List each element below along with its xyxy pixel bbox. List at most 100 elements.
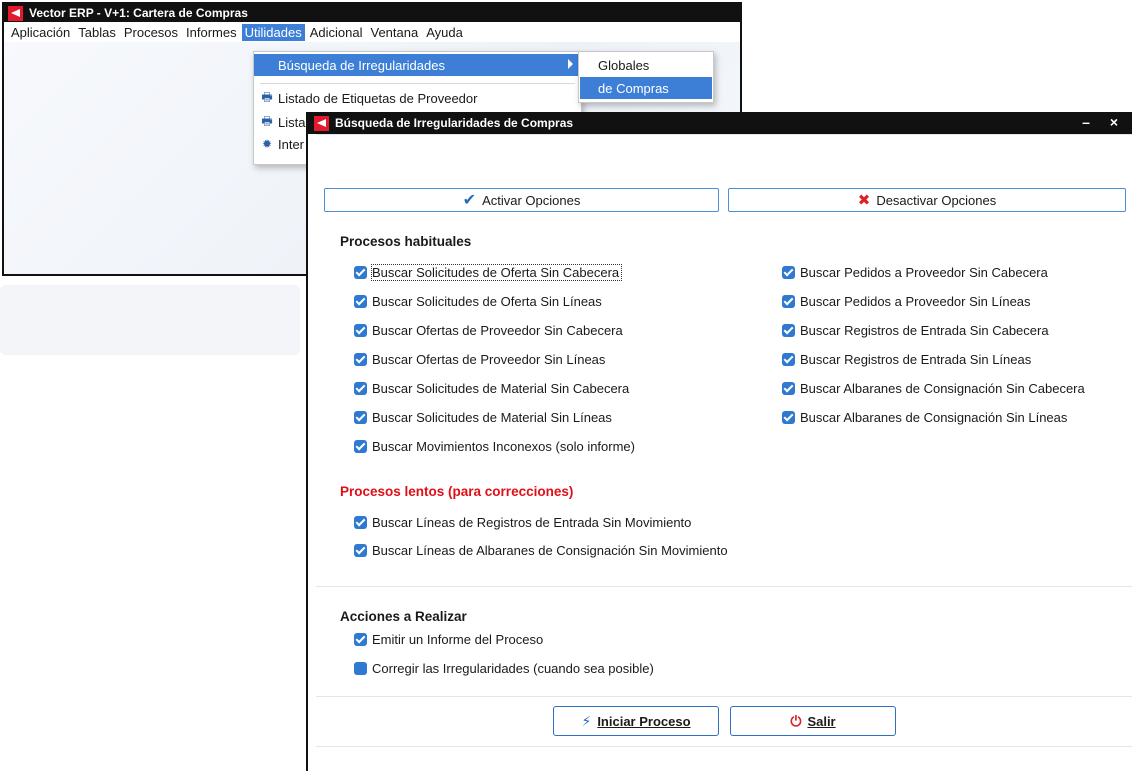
check-icon: ✔ (462, 192, 477, 209)
dialog-titlebar: Búsqueda de Irregularidades de Compras –… (308, 112, 1132, 134)
divider (316, 746, 1132, 747)
iniciar-proceso-button[interactable]: ⚡ Iniciar Proceso (553, 706, 719, 736)
checkbox-lineas-albaranes-consignacion-sin-movimiento[interactable]: Buscar Líneas de Albaranes de Consignaci… (354, 540, 728, 560)
checkbox-solicitudes-material-sin-cabecera[interactable]: Buscar Solicitudes de Material Sin Cabec… (354, 378, 629, 398)
checkbox-registros-entrada-sin-lineas[interactable]: Buscar Registros de Entrada Sin Líneas (782, 349, 1031, 369)
logo-icon (8, 5, 23, 21)
checkbox-label: Emitir un Informe del Proceso (372, 631, 544, 647)
checkbox-label: Buscar Albaranes de Consignación Sin Lín… (800, 409, 1068, 425)
menu-item-listado-etiquetas[interactable]: 🖶 Listado de Etiquetas de Proveedor (254, 87, 581, 109)
listado-etiquetas-label: Listado de Etiquetas de Proveedor (278, 90, 478, 106)
irregularidades-submenu: Globales de Compras (578, 51, 714, 103)
menu-informes[interactable]: Informes (183, 24, 240, 41)
checkbox[interactable] (782, 294, 795, 308)
checkbox-label: Corregir las Irregularidades (cuando sea… (372, 660, 654, 676)
globales-label: Globales (598, 57, 650, 73)
inter-label: Inter (278, 136, 305, 152)
power-icon: ⏻ (790, 712, 802, 729)
divider (316, 134, 1132, 135)
checkbox[interactable] (782, 381, 795, 395)
main-titlebar: Vector ERP - V+1: Cartera de Compras (4, 4, 740, 22)
main-title: Vector ERP - V+1: Cartera de Compras (29, 6, 248, 20)
submenu-arrow-icon (568, 59, 573, 69)
menu-ayuda[interactable]: Ayuda (423, 24, 466, 41)
checkbox-albaranes-consignacion-sin-cabecera[interactable]: Buscar Albaranes de Consignación Sin Cab… (782, 378, 1085, 398)
lentos-heading: Procesos lentos (para correcciones) (340, 484, 574, 499)
menu-procesos[interactable]: Procesos (121, 24, 181, 41)
checkbox-label: Buscar Líneas de Registros de Entrada Si… (372, 514, 692, 530)
printer-icon: 🖶 (261, 89, 273, 104)
checkbox[interactable] (354, 323, 367, 337)
dialog-title: Búsqueda de Irregularidades de Compras (335, 116, 574, 130)
checkbox[interactable] (782, 265, 795, 279)
menu-adicional[interactable]: Adicional (307, 24, 366, 41)
checkbox[interactable] (354, 439, 367, 453)
checkbox-label: Buscar Solicitudes de Oferta Sin Cabecer… (370, 263, 623, 281)
checkbox-solicitudes-material-sin-lineas[interactable]: Buscar Solicitudes de Material Sin Línea… (354, 407, 612, 427)
checkbox-pedidos-proveedor-sin-lineas[interactable]: Buscar Pedidos a Proveedor Sin Líneas (782, 291, 1031, 311)
checkbox[interactable] (354, 661, 367, 675)
checkbox-solicitudes-oferta-sin-lineas[interactable]: Buscar Solicitudes de Oferta Sin Líneas (354, 291, 602, 311)
gear-icon: ✹ (261, 137, 273, 151)
checkbox-label: Buscar Líneas de Albaranes de Consignaci… (372, 542, 728, 558)
checkbox-label: Buscar Solicitudes de Material Sin Línea… (372, 409, 612, 425)
checkbox-label: Buscar Registros de Entrada Sin Líneas (800, 351, 1032, 367)
desactivar-opciones-button[interactable]: ✖ Desactivar Opciones (728, 188, 1126, 212)
divider (316, 696, 1132, 697)
submenu-item-de-compras[interactable]: de Compras (580, 77, 712, 99)
divider (316, 586, 1132, 587)
checkbox[interactable] (354, 632, 367, 646)
checkbox-label: Buscar Ofertas de Proveedor Sin Cabecera (372, 322, 623, 338)
menu-aplicacion[interactable]: Aplicación (8, 24, 73, 41)
checkbox-registros-entrada-sin-cabecera[interactable]: Buscar Registros de Entrada Sin Cabecera (782, 320, 1049, 340)
menubar: Aplicación Tablas Procesos Informes Util… (4, 22, 740, 42)
menu-ventana[interactable]: Ventana (367, 24, 421, 41)
checkbox[interactable] (354, 381, 367, 395)
x-icon: ✖ (857, 192, 871, 209)
checkbox-movimientos-inconexos[interactable]: Buscar Movimientos Inconexos (solo infor… (354, 436, 635, 456)
checkbox[interactable] (354, 294, 367, 308)
menu-tablas[interactable]: Tablas (75, 24, 119, 41)
checkbox[interactable] (354, 515, 367, 529)
activar-opciones-button[interactable]: ✔ Activar Opciones (324, 188, 719, 212)
checkbox-label: Buscar Solicitudes de Oferta Sin Líneas (372, 293, 602, 309)
checkbox-label: Buscar Pedidos a Proveedor Sin Líneas (800, 293, 1031, 309)
checkbox[interactable] (354, 352, 367, 366)
checkbox-label: Buscar Solicitudes de Material Sin Cabec… (372, 380, 630, 396)
background-patch (0, 285, 300, 355)
bolt-icon: ⚡ (581, 712, 592, 729)
checkbox-ofertas-proveedor-sin-lineas[interactable]: Buscar Ofertas de Proveedor Sin Líneas (354, 349, 605, 369)
checkbox-corregir-irregularidades[interactable]: Corregir las Irregularidades (cuando sea… (354, 658, 654, 678)
checkbox-pedidos-proveedor-sin-cabecera[interactable]: Buscar Pedidos a Proveedor Sin Cabecera (782, 262, 1048, 282)
checkbox[interactable] (782, 323, 795, 337)
submenu-item-globales[interactable]: Globales (580, 54, 712, 76)
menu-utilidades[interactable]: Utilidades (241, 23, 305, 41)
checkbox-albaranes-consignacion-sin-lineas[interactable]: Buscar Albaranes de Consignación Sin Lín… (782, 407, 1067, 427)
checkbox-label: Buscar Albaranes de Consignación Sin Cab… (800, 380, 1085, 396)
checkbox-label: Buscar Registros de Entrada Sin Cabecera (800, 322, 1049, 338)
irregularidades-dialog: Búsqueda de Irregularidades de Compras –… (306, 112, 1132, 771)
checkbox-label: Buscar Pedidos a Proveedor Sin Cabecera (800, 264, 1048, 280)
checkbox-ofertas-proveedor-sin-cabecera[interactable]: Buscar Ofertas de Proveedor Sin Cabecera (354, 320, 623, 340)
activar-label: Activar Opciones (482, 192, 581, 208)
dialog-body: ✔ Activar Opciones ✖ Desactivar Opciones… (308, 134, 1132, 771)
checkbox-emitir-informe[interactable]: Emitir un Informe del Proceso (354, 629, 543, 649)
checkbox-lineas-registros-entrada-sin-movimiento[interactable]: Buscar Líneas de Registros de Entrada Si… (354, 512, 691, 532)
checkbox-label: Buscar Ofertas de Proveedor Sin Líneas (372, 351, 606, 367)
checkbox-solicitudes-oferta-sin-cabecera[interactable]: Buscar Solicitudes de Oferta Sin Cabecer… (354, 262, 623, 282)
acciones-heading: Acciones a Realizar (340, 609, 467, 624)
checkbox-label: Buscar Movimientos Inconexos (solo infor… (372, 438, 635, 454)
desactivar-label: Desactivar Opciones (876, 192, 997, 208)
menu-item-busqueda-irregularidades[interactable]: Búsqueda de Irregularidades (254, 54, 581, 76)
salir-button[interactable]: ⏻ Salir (730, 706, 896, 736)
iniciar-label: Iniciar Proceso (597, 713, 691, 729)
checkbox[interactable] (354, 410, 367, 424)
busqueda-label: Búsqueda de Irregularidades (278, 57, 445, 73)
checkbox[interactable] (354, 543, 367, 557)
checkbox[interactable] (782, 410, 795, 424)
printer-icon: 🖶 (261, 113, 273, 128)
checkbox[interactable] (782, 352, 795, 366)
window-controls[interactable]: – × (1082, 114, 1126, 130)
checkbox[interactable] (354, 265, 367, 279)
habituales-heading: Procesos habituales (340, 234, 472, 249)
